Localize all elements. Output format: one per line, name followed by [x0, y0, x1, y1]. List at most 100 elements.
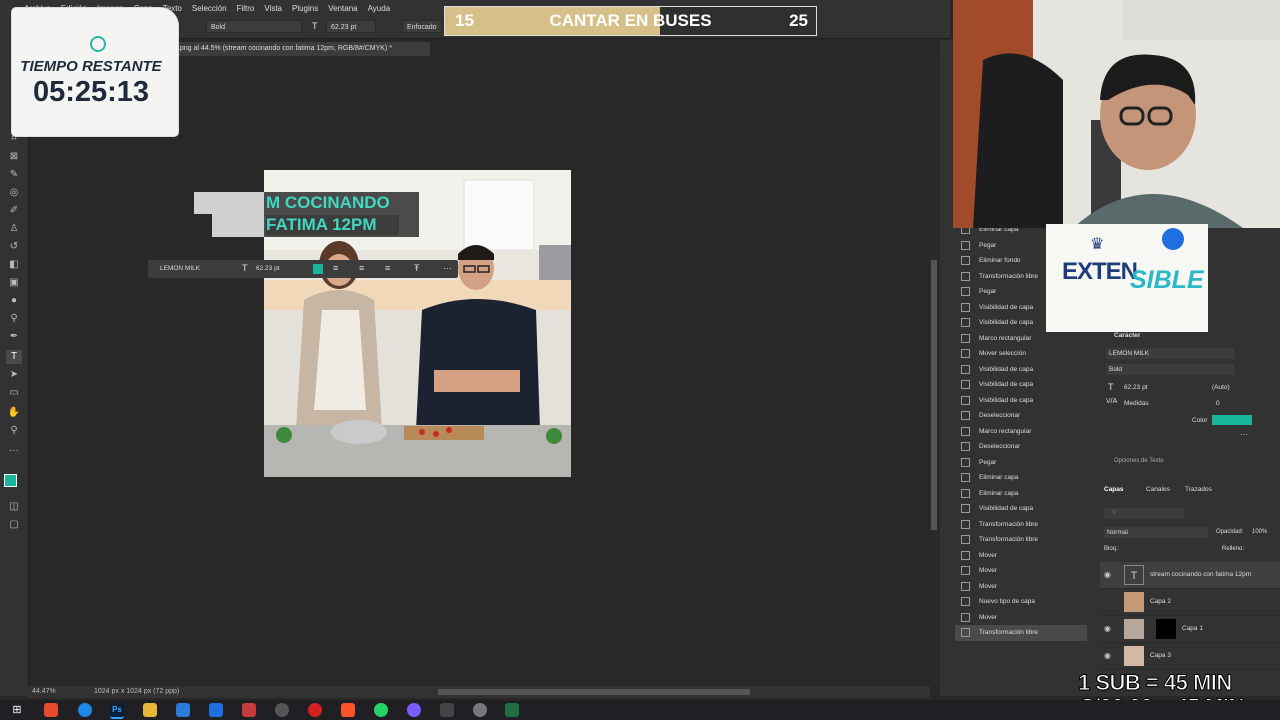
menu-seleccion[interactable]: Selección: [192, 4, 227, 13]
brush-tool-icon[interactable]: ✐: [6, 204, 22, 218]
type-tool-icon[interactable]: T: [6, 350, 22, 364]
eye-icon[interactable]: ◉: [1104, 570, 1114, 579]
app-icon[interactable]: [473, 703, 487, 717]
whatsapp-icon[interactable]: [374, 703, 388, 717]
menu-ayuda[interactable]: Ayuda: [368, 4, 391, 13]
menu-vista[interactable]: Vista: [264, 4, 282, 13]
text-options-label[interactable]: Opciones de Texto: [1114, 458, 1164, 464]
eye-icon[interactable]: ◉: [1104, 624, 1114, 633]
eye-icon[interactable]: ◉: [1104, 651, 1114, 660]
document-tab[interactable]: f.png al 44.5% (stream cocinando con fat…: [170, 42, 430, 56]
align-center-icon[interactable]: ≡: [359, 263, 364, 273]
horizontal-scroll-thumb[interactable]: [438, 689, 750, 695]
vertical-scroll-thumb[interactable]: [931, 260, 937, 530]
edge-icon[interactable]: [78, 703, 92, 717]
character-font-select[interactable]: LEMON MILK: [1106, 348, 1234, 359]
excel-icon[interactable]: [505, 703, 519, 717]
stamp-tool-icon[interactable]: ♙: [6, 222, 22, 236]
character-style-select[interactable]: Bold: [1106, 364, 1234, 375]
history-item[interactable]: Transformación libre: [955, 625, 1087, 641]
history-item[interactable]: Visibilidad de capa: [955, 393, 1087, 409]
history-item[interactable]: Mover: [955, 563, 1087, 579]
history-item[interactable]: Visibilidad de capa: [955, 501, 1087, 517]
brave-icon[interactable]: [341, 703, 355, 717]
app-icon[interactable]: [242, 703, 256, 717]
contextual-size-select[interactable]: 62.23 pt: [256, 263, 304, 274]
history-item[interactable]: Eliminar capa: [955, 486, 1087, 502]
app-icon[interactable]: [308, 703, 322, 717]
healing-tool-icon[interactable]: ◎: [6, 186, 22, 200]
character-kerning[interactable]: Medidas: [1124, 400, 1149, 407]
hand-tool-icon[interactable]: ✋: [6, 406, 22, 420]
history-item[interactable]: Deseleccionar: [955, 439, 1087, 455]
eyedropper-tool-icon[interactable]: ✎: [6, 168, 22, 182]
menu-ventana[interactable]: Ventana: [328, 4, 357, 13]
character-color-swatch[interactable]: [1212, 415, 1252, 425]
zoom-tool-icon[interactable]: ⚲: [6, 424, 22, 438]
app-icon[interactable]: [440, 703, 454, 717]
menu-plugins[interactable]: Plugins: [292, 4, 318, 13]
app-icon[interactable]: [275, 703, 289, 717]
antialias-select[interactable]: Enfocado: [402, 20, 442, 33]
store-icon[interactable]: [176, 703, 190, 717]
file-explorer-icon[interactable]: [143, 703, 157, 717]
history-item[interactable]: Mover: [955, 579, 1087, 595]
windows-start-icon[interactable]: ⊞: [10, 703, 24, 717]
screen-mode-icon[interactable]: ▢: [6, 518, 22, 532]
blur-tool-icon[interactable]: ●: [6, 294, 22, 308]
pen-tool-icon[interactable]: ✒: [6, 330, 22, 344]
layer-row[interactable]: ◉ Capa 1: [1100, 616, 1280, 643]
layer-row[interactable]: Capa 2: [1100, 589, 1280, 616]
character-size[interactable]: 62.23 pt: [1124, 384, 1148, 391]
app-icon[interactable]: [407, 703, 421, 717]
contextual-font-select[interactable]: LEMON MILK: [156, 263, 234, 274]
align-left-icon[interactable]: ≡: [333, 263, 338, 273]
foreground-color-swatch[interactable]: [4, 474, 17, 487]
text-options-icon[interactable]: Ŧ: [414, 263, 420, 273]
layer-mask-thumbnail[interactable]: [1156, 619, 1176, 639]
font-style-select[interactable]: Bold: [206, 20, 302, 33]
mail-icon[interactable]: [209, 703, 223, 717]
history-item[interactable]: Mover: [955, 610, 1087, 626]
opacity-value[interactable]: 100%: [1252, 529, 1267, 535]
history-item[interactable]: Transformación libre: [955, 532, 1087, 548]
history-item[interactable]: Mover: [955, 548, 1087, 564]
character-leading[interactable]: (Auto): [1212, 384, 1230, 391]
quick-mask-icon[interactable]: ◫: [6, 500, 22, 514]
history-item[interactable]: Visibilidad de capa: [955, 377, 1087, 393]
more-options-icon[interactable]: ···: [443, 263, 452, 273]
contextual-color-swatch[interactable]: [313, 264, 323, 274]
tab-capas[interactable]: Capas: [1104, 486, 1124, 493]
zoom-level[interactable]: 44.47%: [32, 688, 56, 695]
menu-filtro[interactable]: Filtro: [237, 4, 255, 13]
history-brush-icon[interactable]: ↺: [6, 240, 22, 254]
layer-row[interactable]: ◉ Capa 3: [1100, 643, 1280, 670]
history-item[interactable]: Pegar: [955, 455, 1087, 471]
layer-row[interactable]: ◉ T stream cocinando con fatima 12pm: [1100, 562, 1280, 589]
more-icon[interactable]: ···: [1240, 430, 1248, 439]
path-select-icon[interactable]: ➤: [6, 368, 22, 382]
history-item[interactable]: Visibilidad de capa: [955, 362, 1087, 378]
tab-trazados[interactable]: Trazados: [1185, 486, 1212, 493]
text-layer-box[interactable]: M COCINANDO FATIMA 12PM: [264, 192, 419, 237]
eraser-tool-icon[interactable]: ◧: [6, 258, 22, 272]
more-tools-icon[interactable]: ···: [6, 444, 22, 458]
character-tracking[interactable]: 0: [1216, 400, 1220, 407]
history-item[interactable]: Marco rectangular: [955, 331, 1087, 347]
blend-mode-select[interactable]: Normal: [1104, 527, 1208, 538]
history-item[interactable]: Nuevo tipo de capa: [955, 594, 1087, 610]
photoshop-icon[interactable]: Ps: [110, 703, 124, 719]
rectangle-tool-icon[interactable]: ▭: [6, 386, 22, 400]
history-item[interactable]: Transformación libre: [955, 517, 1087, 533]
frame-tool-icon[interactable]: ⊠: [6, 150, 22, 164]
tab-canales[interactable]: Canales: [1146, 486, 1170, 493]
history-item[interactable]: Marco rectangular: [955, 424, 1087, 440]
font-size-select[interactable]: 62.23 pt: [326, 20, 376, 33]
layer-filter-input[interactable]: ⚲: [1104, 508, 1184, 519]
history-item[interactable]: Mover selección: [955, 346, 1087, 362]
align-right-icon[interactable]: ≡: [385, 263, 390, 273]
vertical-scrollbar[interactable]: [930, 60, 938, 686]
gradient-tool-icon[interactable]: ▣: [6, 276, 22, 290]
dodge-tool-icon[interactable]: ⚲: [6, 312, 22, 326]
history-item[interactable]: Deseleccionar: [955, 408, 1087, 424]
